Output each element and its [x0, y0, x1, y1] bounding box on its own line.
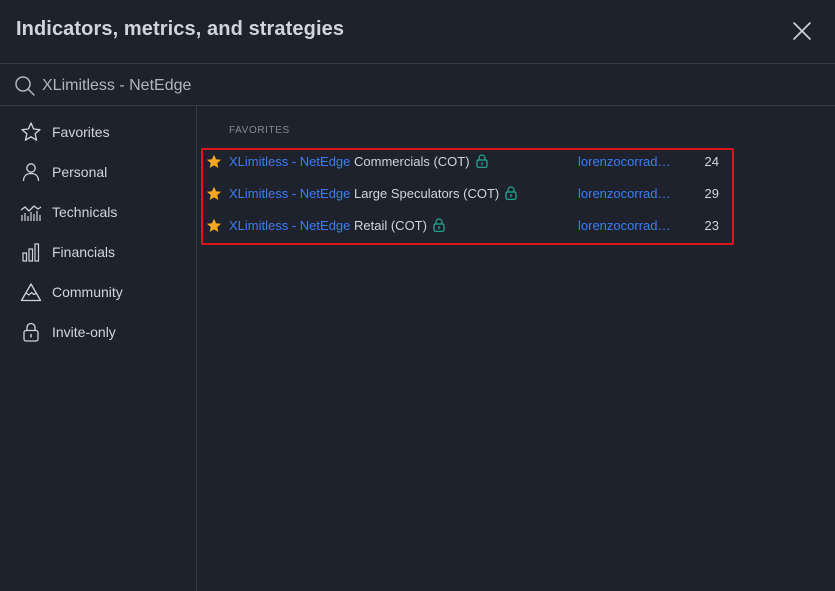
star-filled-icon[interactable]	[206, 154, 222, 170]
close-icon	[793, 22, 811, 40]
sidebar-item-favorites[interactable]: Favorites	[0, 112, 196, 152]
likes-count: 24	[704, 154, 719, 169]
indicator-name: XLimitless - NetEdge Large Speculators (…	[229, 186, 517, 201]
search-input[interactable]	[42, 73, 802, 99]
indicator-name: XLimitless - NetEdge Commercials (COT)	[229, 154, 488, 169]
author-link[interactable]: lorenzocorrad…	[578, 218, 680, 233]
person-icon	[22, 163, 40, 182]
sidebar-item-label: Financials	[52, 244, 116, 260]
category-sidebar: Favorites Personal Technicals Financials	[0, 106, 197, 591]
lock-icon	[433, 218, 445, 232]
lock-icon	[23, 322, 39, 342]
lock-icon	[475, 154, 488, 168]
sidebar-item-financials[interactable]: Financials	[0, 232, 196, 272]
sidebar-item-technicals[interactable]: Technicals	[0, 192, 196, 232]
star-filled-icon[interactable]	[206, 186, 222, 202]
dialog-title: Indicators, metrics, and strategies	[16, 18, 345, 40]
search-bar	[0, 65, 835, 106]
indicator-prefix: XLimitless - NetEdge	[229, 154, 351, 169]
sidebar-item-label: Personal	[52, 164, 108, 180]
indicators-dialog: Indicators, metrics, and strategies Favo…	[0, 0, 835, 591]
mountain-icon	[20, 283, 42, 302]
sidebar-item-invite-only[interactable]: Invite-only	[0, 312, 196, 352]
author-link[interactable]: lorenzocorrad…	[578, 154, 680, 169]
results-panel: FAVORITES XLimitless - NetEdge Commercia…	[198, 106, 835, 591]
section-title: FAVORITES	[229, 125, 290, 136]
star-outline-icon	[21, 122, 41, 141]
sidebar-item-label: Favorites	[52, 124, 110, 140]
sidebar-item-label: Community	[52, 284, 123, 300]
indicator-prefix: XLimitless - NetEdge	[229, 218, 351, 233]
table-row[interactable]: XLimitless - NetEdge Commercials (COT) l…	[203, 146, 731, 178]
lock-icon	[505, 186, 517, 200]
dialog-header: Indicators, metrics, and strategies	[0, 0, 835, 64]
star-filled-icon[interactable]	[206, 218, 222, 234]
table-row[interactable]: XLimitless - NetEdge Large Speculators (…	[203, 178, 731, 210]
technicals-chart-icon	[20, 205, 42, 221]
likes-count: 23	[704, 218, 719, 233]
likes-count: 29	[704, 186, 719, 201]
search-icon	[15, 76, 35, 96]
close-button[interactable]	[790, 19, 814, 43]
sidebar-item-label: Technicals	[52, 204, 118, 220]
sidebar-item-community[interactable]: Community	[0, 272, 196, 312]
sidebar-item-label: Invite-only	[52, 324, 116, 340]
sidebar-item-personal[interactable]: Personal	[0, 152, 196, 192]
indicator-title: Commercials (COT)	[350, 154, 470, 169]
table-row[interactable]: XLimitless - NetEdge Retail (COT) lorenz…	[203, 210, 731, 242]
bar-chart-icon	[22, 243, 40, 262]
indicator-name: XLimitless - NetEdge Retail (COT)	[229, 218, 445, 233]
indicator-prefix: XLimitless - NetEdge	[229, 186, 351, 201]
indicator-title: Large Speculators (COT)	[350, 186, 500, 201]
indicator-title: Retail (COT)	[350, 218, 427, 233]
author-link[interactable]: lorenzocorrad…	[578, 186, 680, 201]
